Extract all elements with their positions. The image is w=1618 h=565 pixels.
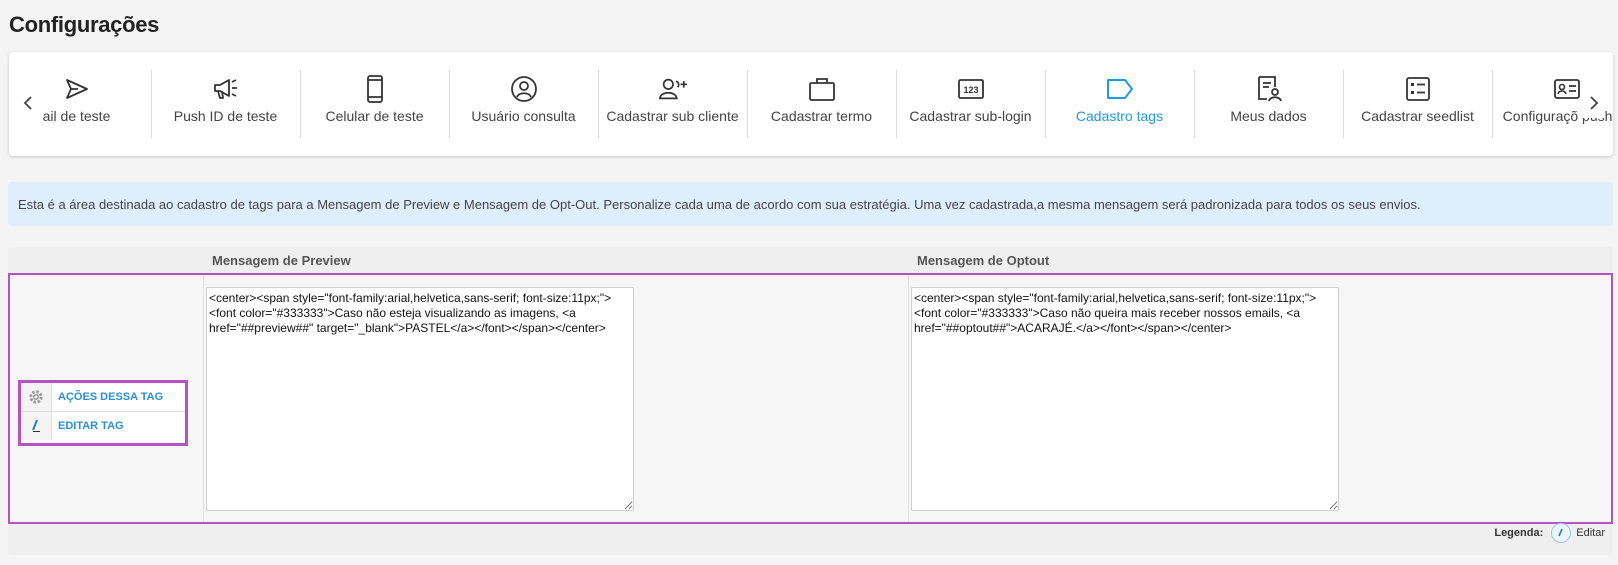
header-preview: Mensagem de Preview bbox=[212, 253, 351, 268]
carousel-item-label: Meus dados bbox=[1230, 108, 1307, 124]
page-title: Configurações bbox=[9, 12, 160, 37]
edit-tag-label: EDITAR TAG bbox=[58, 420, 124, 432]
header-optout: Mensagem de Optout bbox=[917, 253, 1050, 268]
carousel-item-label: Cadastrar sub-login bbox=[909, 108, 1032, 124]
id-card-icon bbox=[1552, 76, 1582, 102]
carousel-item-label: Cadastro tags bbox=[1075, 108, 1164, 124]
carousel-item-label: Usuário consulta bbox=[471, 108, 576, 124]
carousel-item-usuario-consulta[interactable]: Usuário consulta bbox=[449, 52, 598, 156]
numbers-123-icon: 123 bbox=[956, 76, 986, 102]
carousel-track: ail de teste Push ID de teste Celular de… bbox=[9, 52, 1613, 156]
tag-actions-menu: AÇÕES DESSA TAG EDITAR TAG bbox=[18, 380, 188, 446]
gear-icon bbox=[21, 383, 52, 411]
settings-carousel: ail de teste Push ID de teste Celular de… bbox=[9, 52, 1613, 156]
carousel-item-cadastrar-termo[interactable]: Cadastrar termo bbox=[747, 52, 896, 156]
tag-icon bbox=[1105, 76, 1135, 102]
legend-title: Legenda: bbox=[1494, 527, 1544, 539]
tag-table: Mensagem de Preview Mensagem de Optout A… bbox=[8, 247, 1613, 555]
carousel-item-push-id-teste[interactable]: Push ID de teste bbox=[151, 52, 300, 156]
carousel-item-meus-dados[interactable]: Meus dados bbox=[1194, 52, 1343, 156]
list-checklist-icon bbox=[1403, 76, 1433, 102]
tag-actions-label: AÇÕES DESSA TAG bbox=[58, 391, 164, 403]
pencil-icon bbox=[1551, 523, 1572, 543]
optout-message-textarea[interactable] bbox=[911, 287, 1339, 511]
chevron-right-icon bbox=[1590, 96, 1599, 110]
edit-tag-button[interactable]: EDITAR TAG bbox=[21, 412, 185, 440]
megaphone-icon bbox=[211, 76, 241, 102]
smartphone-icon bbox=[360, 75, 390, 103]
carousel-item-label: Cadastrar seedlist bbox=[1361, 108, 1474, 124]
legend-edit-label: Editar bbox=[1576, 527, 1605, 539]
user-document-icon bbox=[1254, 76, 1284, 102]
carousel-item-label: Cadastrar sub cliente bbox=[606, 108, 739, 124]
table-row: AÇÕES DESSA TAG EDITAR TAG bbox=[8, 273, 1613, 524]
column-divider bbox=[908, 275, 909, 522]
legend: Legenda: Editar bbox=[1494, 522, 1605, 544]
tag-actions-header[interactable]: AÇÕES DESSA TAG bbox=[21, 383, 185, 412]
carousel-item-celular-teste[interactable]: Celular de teste bbox=[300, 52, 449, 156]
column-divider bbox=[203, 275, 204, 522]
info-banner: Esta é a área destinada ao cadastro de t… bbox=[8, 182, 1613, 226]
carousel-item-label: Cadastrar termo bbox=[770, 108, 873, 124]
carousel-item-label: Celular de teste bbox=[325, 108, 424, 124]
carousel-prev-button[interactable] bbox=[17, 88, 39, 118]
carousel-item-cadastrar-sub-cliente[interactable]: Cadastrar sub cliente bbox=[598, 52, 747, 156]
carousel-item-cadastro-tags[interactable]: Cadastro tags bbox=[1045, 52, 1194, 156]
pencil-icon bbox=[21, 412, 52, 440]
carousel-item-label: Push ID de teste bbox=[173, 108, 278, 124]
user-circle-icon bbox=[509, 76, 539, 102]
carousel-next-button[interactable] bbox=[1583, 88, 1605, 118]
carousel-item-label: ail de teste bbox=[42, 108, 111, 124]
preview-message-textarea[interactable] bbox=[206, 287, 634, 511]
user-plus-icon bbox=[658, 76, 688, 102]
chevron-left-icon bbox=[23, 96, 32, 110]
carousel-item-cadastrar-seedlist[interactable]: Cadastrar seedlist bbox=[1343, 52, 1492, 156]
carousel-item-cadastrar-sub-login[interactable]: 123 Cadastrar sub-login bbox=[896, 52, 1045, 156]
briefcase-icon bbox=[807, 76, 837, 102]
send-icon bbox=[62, 76, 92, 102]
svg-text:123: 123 bbox=[963, 85, 978, 95]
